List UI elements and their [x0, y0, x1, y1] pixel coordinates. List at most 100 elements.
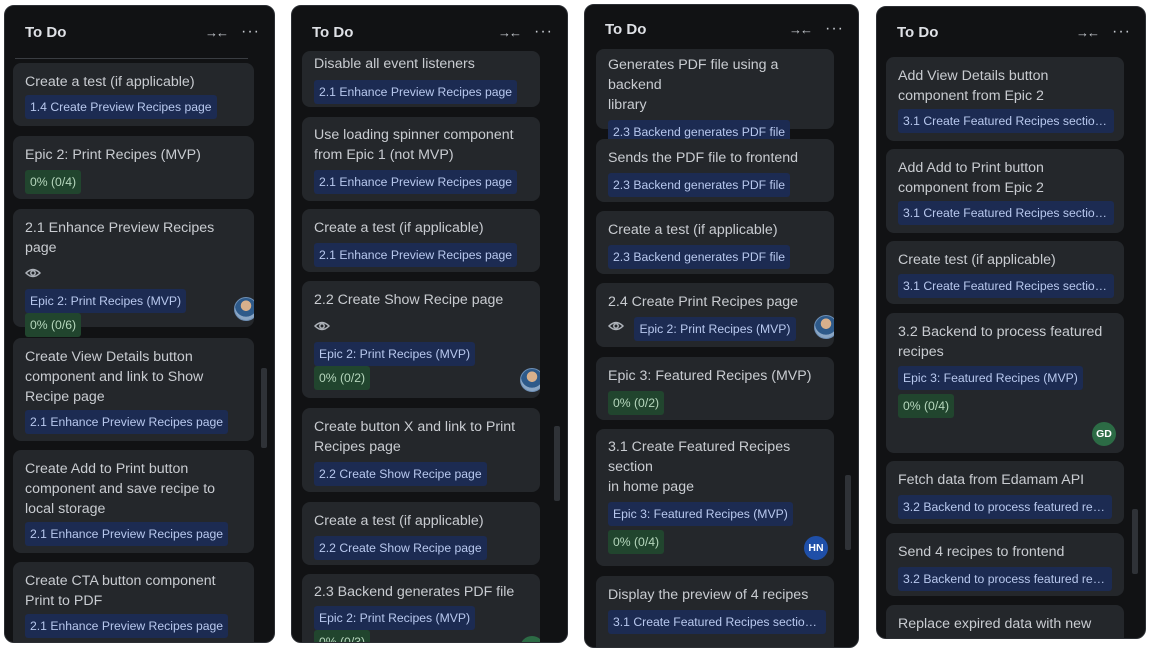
card-label[interactable]: Epic 2: Print Recipes (MVP) [25, 289, 187, 313]
more-dots-icon[interactable]: ··· [534, 23, 553, 41]
card-title: Add View Details button [898, 68, 1049, 84]
more-dots-icon[interactable]: ··· [825, 20, 844, 38]
card[interactable]: Epic 2: Print Recipes (MVP) 0% (0/4) [13, 136, 254, 199]
card[interactable]: Add View Details button component from E… [886, 57, 1124, 141]
card[interactable]: Send 4 recipes to frontend 3.2 Backend t… [886, 533, 1124, 596]
scrollbar[interactable] [1131, 59, 1139, 628]
card-title: local storage [25, 501, 106, 517]
card-title: 2.4 Create Print Recipes page [608, 294, 799, 310]
card[interactable]: Sends the PDF file to frontend 2.3 Backe… [596, 139, 834, 202]
card-title: Send 4 recipes to frontend [898, 544, 1065, 560]
card-label[interactable]: Epic 2: Print Recipes (MVP) [634, 317, 796, 341]
card[interactable]: Create a test (if applicable) 1.4 Create… [13, 63, 254, 126]
card-title: recipes [898, 344, 944, 360]
collapse-arrows-icon[interactable]: →← [789, 22, 813, 37]
todo-column-1: To Do →← ··· Create a test (if applicabl… [4, 5, 275, 643]
card-label[interactable]: Epic 3: Featured Recipes (MVP) [898, 366, 1083, 390]
more-dots-icon[interactable]: ··· [241, 23, 260, 41]
card-title: 2.2 Create Show Recipe page [314, 292, 504, 308]
card[interactable]: Fetch data from Edamam API 3.2 Backend t… [886, 461, 1124, 524]
avatar[interactable]: GD [1092, 422, 1116, 446]
card[interactable]: 2.4 Create Print Recipes page Epic 2: Pr… [596, 283, 834, 347]
card-title: Display the preview of 4 recipes [608, 587, 809, 603]
column-title: To Do [605, 20, 647, 38]
eye-icon [314, 321, 330, 331]
avatar[interactable]: HN [804, 536, 828, 560]
column-title: To Do [25, 23, 67, 41]
scroll-thumb[interactable] [261, 368, 267, 448]
eye-icon [608, 321, 624, 331]
card[interactable]: Generates PDF file using a backend libra… [596, 49, 834, 144]
card[interactable]: Create Add to Print button component and… [13, 450, 254, 553]
collapse-arrows-icon[interactable]: →← [205, 25, 229, 40]
card[interactable]: Add Add to Print button component from E… [886, 149, 1124, 233]
card-label[interactable]: 3.1 Create Featured Recipes section in .… [898, 274, 1114, 298]
card-label[interactable]: 2.2 Create Show Recipe page [314, 536, 487, 560]
card-label[interactable]: 1.4 Create Preview Recipes page [25, 95, 217, 119]
card-title: Create a test (if applicable) [25, 74, 195, 90]
card-label[interactable]: 2.1 Enhance Preview Recipes page [314, 170, 518, 194]
divider [15, 58, 248, 59]
card-title: Create a test (if applicable) [314, 220, 484, 236]
card-label[interactable]: 3.2 Backend to process featured recipes [898, 495, 1112, 519]
collapse-arrows-icon[interactable]: →← [1076, 25, 1100, 40]
card[interactable]: 2.3 Backend generates PDF file Epic 2: P… [302, 574, 540, 642]
card[interactable]: Create test (if applicable) 3.1 Create F… [886, 241, 1124, 304]
card-title: Sends the PDF file to frontend [608, 150, 799, 166]
scrollbar[interactable] [260, 63, 268, 632]
card[interactable]: Create a test (if applicable) 2.3 Backen… [596, 211, 834, 274]
card-label[interactable]: 2.1 Enhance Preview Recipes page [314, 243, 518, 267]
card[interactable]: Create a test (if applicable) 2.1 Enhanc… [302, 209, 540, 272]
card-label[interactable]: 3.1 Create Featured Recipes section in .… [608, 610, 826, 634]
card-label[interactable]: 2.1 Enhance Preview Recipes page [314, 80, 518, 104]
scrollbar[interactable] [553, 56, 561, 632]
card[interactable]: Display the preview of 4 recipes 3.1 Cre… [596, 576, 834, 647]
card[interactable]: 3.1 Create Featured Recipes section in h… [596, 429, 834, 566]
scrollbar[interactable] [844, 55, 852, 637]
card[interactable]: Create button X and link to Print Recipe… [302, 408, 540, 492]
card[interactable]: 2.1 Enhance Preview Recipes page Epic 2:… [13, 209, 254, 337]
progress-badge: 0% (0/6) [25, 313, 82, 337]
progress-badge: 0% (0/2) [314, 366, 371, 390]
card-title: Create a test (if applicable) [608, 222, 778, 238]
card-label[interactable]: 2.3 Backend generates PDF file [608, 173, 791, 197]
card[interactable]: Create View Details button component and… [13, 338, 254, 441]
card[interactable]: Epic 3: Featured Recipes (MVP) 0% (0/2) [596, 357, 834, 420]
card-label[interactable]: Epic 3: Featured Recipes (MVP) [608, 502, 793, 526]
card-title: Add Add to Print button [898, 160, 1044, 176]
card-title: Disable all event listeners [314, 56, 475, 72]
card[interactable]: Disable all event listeners 2.1 Enhance … [302, 51, 540, 107]
scroll-thumb[interactable] [845, 475, 851, 550]
card-label[interactable]: 2.1 Enhance Preview Recipes page [25, 614, 229, 638]
card[interactable]: Create a test (if applicable) 2.2 Create… [302, 502, 540, 565]
card-label[interactable]: Epic 2: Print Recipes (MVP) [314, 606, 476, 630]
card[interactable]: Replace expired data with new [886, 605, 1124, 638]
card-title: component from Epic 2 [898, 88, 1044, 104]
card[interactable]: Use loading spinner component from Epic … [302, 117, 540, 201]
card-label[interactable]: 3.2 Backend to process featured recipes [898, 567, 1112, 591]
progress-badge: 0% (0/4) [608, 530, 665, 554]
more-dots-icon[interactable]: ··· [1112, 23, 1131, 41]
card-label[interactable]: 3.1 Create Featured Recipes section in .… [898, 201, 1114, 225]
card-label[interactable]: 3.1 Create Featured Recipes section in .… [898, 109, 1114, 133]
card-label[interactable]: 2.1 Enhance Preview Recipes page [25, 410, 229, 434]
avatar[interactable] [814, 315, 834, 339]
card-title: Create View Details button [25, 349, 193, 365]
scroll-thumb[interactable] [1132, 509, 1138, 574]
card[interactable]: 2.2 Create Show Recipe page Epic 2: Prin… [302, 281, 540, 398]
card-label[interactable]: Epic 2: Print Recipes (MVP) [314, 342, 476, 366]
card[interactable]: Create CTA button component Print to PDF… [13, 562, 254, 642]
todo-column-4: To Do →← ··· Add View Details button com… [876, 6, 1146, 639]
column-title: To Do [312, 23, 354, 41]
avatar[interactable] [520, 368, 540, 392]
card-title: Use loading spinner component [314, 127, 514, 143]
card-label[interactable]: 2.3 Backend generates PDF file [608, 245, 791, 269]
eye-icon [25, 268, 41, 278]
card-label[interactable]: 2.2 Create Show Recipe page [314, 462, 487, 486]
scroll-thumb[interactable] [554, 426, 560, 501]
card[interactable]: 3.2 Backend to process featured recipes … [886, 313, 1124, 453]
avatar[interactable] [234, 297, 254, 321]
card-title: 3.2 Backend to process featured [898, 324, 1103, 340]
collapse-arrows-icon[interactable]: →← [498, 25, 522, 40]
card-label[interactable]: 2.1 Enhance Preview Recipes page [25, 522, 229, 546]
